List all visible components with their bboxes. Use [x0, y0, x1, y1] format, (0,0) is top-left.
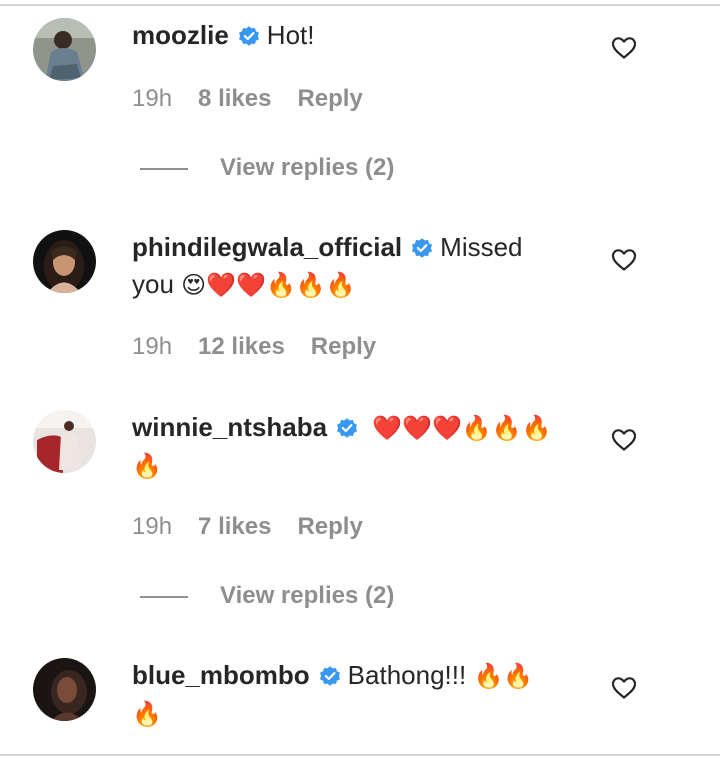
heart-outline-icon[interactable]: [611, 248, 637, 272]
emoji-text: ❤️❤️❤️🔥🔥🔥: [372, 414, 552, 442]
heart-outline-icon[interactable]: [611, 428, 637, 452]
emoji-text: 🔥🔥: [473, 662, 534, 690]
verified-badge-icon: [412, 238, 433, 258]
comment-text-line2: you: [132, 269, 174, 299]
reply-button[interactable]: Reply: [297, 513, 362, 540]
timestamp: 19h: [132, 333, 173, 360]
username[interactable]: winnie_ntshaba: [132, 412, 327, 442]
comment-body: blue_mbombo Bathong!!! 🔥🔥 🔥: [132, 657, 592, 733]
verified-badge-icon: [319, 666, 340, 686]
emoji-text: 😍❤️❤️🔥🔥🔥: [181, 271, 356, 299]
likes-count[interactable]: 12 likes: [198, 333, 285, 360]
username[interactable]: blue_mbombo: [132, 660, 310, 690]
timestamp: 19h: [132, 85, 173, 112]
heart-outline-icon[interactable]: [611, 676, 637, 700]
emoji-text-line2: 🔥: [132, 452, 162, 480]
likes-count[interactable]: 7 likes: [198, 513, 271, 540]
view-replies-button[interactable]: View replies (2): [140, 582, 394, 610]
top-divider: [0, 0, 720, 6]
heart-outline-icon[interactable]: [611, 36, 637, 60]
view-replies-line: [140, 595, 188, 598]
verified-badge-icon: [238, 26, 259, 46]
comment-meta: 19h 12 likes Reply: [132, 333, 402, 361]
comment-body: phindilegwala_official Missed you 😍❤️❤️🔥🔥🔥: [132, 229, 592, 304]
username[interactable]: phindilegwala_official: [132, 232, 402, 262]
comment-body: moozlie Hot!: [132, 17, 592, 54]
reply-button[interactable]: Reply: [297, 85, 362, 112]
emoji-text-line2: 🔥: [132, 700, 162, 728]
avatar[interactable]: [33, 230, 96, 293]
timestamp: 19h: [132, 513, 173, 540]
view-replies-label: View replies (2): [220, 582, 395, 609]
avatar[interactable]: [33, 658, 96, 721]
likes-count[interactable]: 8 likes: [198, 85, 271, 112]
comment-meta: 19h 7 likes Reply: [132, 513, 389, 541]
avatar[interactable]: [33, 410, 96, 473]
comment-text: Hot!: [266, 20, 315, 50]
comment-text: Missed: [440, 232, 523, 262]
comment-meta: 19h 8 likes Reply: [132, 85, 389, 113]
comment-text: Bathong!!!: [347, 660, 467, 690]
reply-button[interactable]: Reply: [311, 333, 376, 360]
view-replies-line: [140, 167, 188, 170]
username[interactable]: moozlie: [132, 20, 229, 50]
verified-badge-icon: [337, 418, 358, 438]
bottom-divider: [0, 754, 720, 756]
comment-body: winnie_ntshaba ❤️❤️❤️🔥🔥🔥 🔥: [132, 409, 592, 485]
view-replies-label: View replies (2): [220, 154, 395, 181]
view-replies-button[interactable]: View replies (2): [140, 154, 394, 182]
avatar[interactable]: [33, 18, 96, 81]
